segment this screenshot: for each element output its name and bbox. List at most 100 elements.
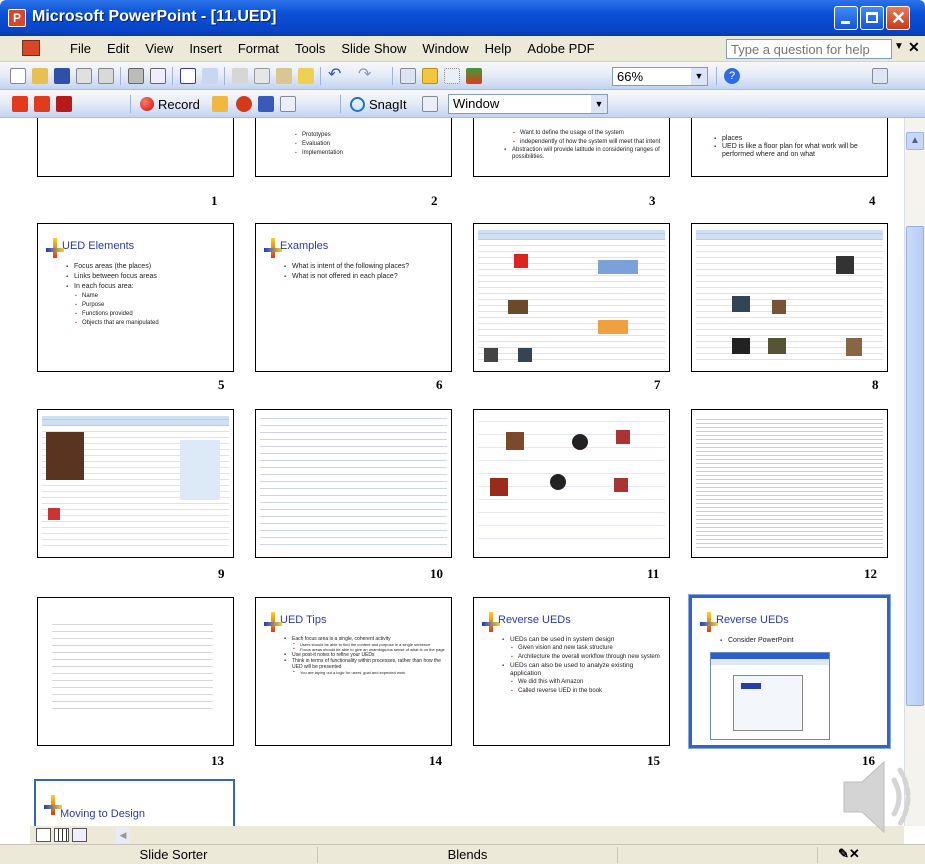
expand-all-icon[interactable] — [400, 68, 416, 84]
document-close-icon[interactable]: ✕ — [908, 39, 920, 56]
slide-thumbnail-3[interactable]: Want to define the usage of the system i… — [473, 118, 670, 177]
slide-5-sub-bullet: Functions provided — [66, 310, 227, 319]
slide-number-5: 5 — [218, 377, 225, 392]
normal-view-icon[interactable] — [36, 828, 51, 842]
zoom-dropdown-icon[interactable]: ▼ — [691, 68, 707, 85]
help-dropdown-icon[interactable]: ▼ — [894, 41, 904, 52]
powerpoint-app-icon[interactable]: P — [8, 9, 26, 27]
slide-number-6: 6 — [436, 377, 443, 392]
slide-show-view-icon[interactable] — [72, 828, 87, 842]
record-icon — [140, 97, 154, 111]
help-icon[interactable]: ? — [724, 68, 740, 84]
help-search-input[interactable] — [726, 39, 892, 59]
slide-thumbnail-16[interactable]: Reverse UEDs Consider PowerPoint — [688, 594, 891, 749]
zoom-select[interactable]: 66% ▼ — [612, 67, 708, 86]
slide-4-bullet: places — [714, 135, 881, 143]
email-icon[interactable] — [98, 68, 114, 84]
slide-sorter-view-icon[interactable] — [54, 828, 69, 842]
print-preview-icon[interactable] — [150, 68, 166, 84]
menu-file[interactable]: File — [62, 41, 99, 57]
show-formatting-icon[interactable] — [422, 68, 438, 84]
vertical-scrollbar[interactable]: ▲ — [904, 118, 925, 826]
menu-insert[interactable]: Insert — [181, 41, 230, 57]
research-icon[interactable] — [202, 68, 218, 84]
record-button[interactable]: Record — [140, 94, 200, 114]
menu-format[interactable]: Format — [230, 41, 287, 57]
slide-5-sub-bullet: Name — [66, 292, 227, 301]
slide-thumbnail-11[interactable] — [473, 409, 670, 558]
slide-15-sub-bullet: Given vision and new task structure — [502, 644, 663, 653]
snagit-button[interactable]: SnagIt — [350, 94, 407, 114]
scroll-left-button[interactable]: ◀ — [116, 827, 130, 843]
maximize-button[interactable] — [860, 6, 884, 30]
pdf-convert-icon[interactable] — [12, 96, 28, 112]
undo-icon[interactable]: ↶ — [328, 67, 344, 84]
menu-tools[interactable]: Tools — [287, 41, 333, 57]
capture-mode-dropdown-icon[interactable]: ▼ — [591, 95, 607, 113]
slide-thumbnail-6[interactable]: Examples What is intent of the following… — [255, 223, 452, 372]
permission-icon[interactable] — [76, 68, 92, 84]
pdf-review-icon[interactable] — [56, 96, 72, 112]
paste-icon[interactable] — [276, 68, 292, 84]
slide-thumbnail-12[interactable] — [691, 409, 888, 558]
slide-2-bullet: Evaluation — [286, 140, 445, 149]
new-icon[interactable] — [10, 68, 26, 84]
publish-icon[interactable] — [280, 96, 296, 112]
snagit-profile-icon[interactable] — [422, 96, 438, 112]
slide-thumbnail-8[interactable] — [691, 223, 888, 372]
minimize-button[interactable] — [834, 6, 858, 30]
slide-thumbnail-5[interactable]: UED Elements Focus areas (the places) Li… — [37, 223, 234, 372]
slide-thumbnail-4[interactable]: places UED is like a floor plan for what… — [691, 118, 888, 177]
slide-thumbnail-14[interactable]: UED Tips Each focus area is a single, co… — [255, 597, 452, 746]
slide-thumbnail-13[interactable] — [37, 597, 234, 746]
scroll-up-button[interactable]: ▲ — [906, 132, 924, 150]
menu-help[interactable]: Help — [477, 41, 520, 57]
document-icon[interactable] — [22, 40, 40, 56]
slide-design-icon[interactable] — [872, 68, 888, 84]
snagit-icon — [350, 96, 365, 112]
slide-sorter-area: 1 Prototypes Evaluation Implementation 2… — [0, 118, 904, 826]
print-icon[interactable] — [128, 68, 144, 84]
pdf-email-icon[interactable] — [34, 96, 50, 112]
grid-icon[interactable] — [444, 68, 460, 84]
slide-15-bullet: UEDs can also be used to analyze existin… — [502, 662, 663, 678]
color-grayscale-icon[interactable] — [466, 68, 482, 84]
website-screenshot-image — [696, 230, 883, 365]
menu-adobe-pdf[interactable]: Adobe PDF — [519, 41, 602, 57]
scrollbar-thumb[interactable] — [906, 226, 924, 706]
pointer-icon[interactable] — [212, 96, 228, 112]
speaker-icon[interactable] — [838, 752, 918, 842]
slide-number-14: 14 — [429, 753, 442, 768]
save-icon[interactable] — [54, 68, 70, 84]
close-button[interactable]: ✕ — [886, 6, 910, 30]
slide-thumbnail-1[interactable] — [37, 118, 234, 177]
slide-thumbnail-10[interactable] — [255, 409, 452, 558]
slide-thumbnail-17[interactable]: Moving to Design — [34, 779, 235, 826]
website-screenshot-image — [42, 416, 229, 551]
copy-icon[interactable] — [254, 68, 270, 84]
spelling-icon[interactable] — [180, 68, 196, 84]
menu-slide-show[interactable]: Slide Show — [333, 41, 414, 57]
slide-thumbnail-9[interactable] — [37, 409, 234, 558]
slide-14-bullet: Think in terms of functionality within p… — [284, 658, 445, 670]
menu-view[interactable]: View — [137, 41, 181, 57]
slide-thumbnail-2[interactable]: Prototypes Evaluation Implementation — [255, 118, 452, 177]
capture-mode-select[interactable]: Window ▼ — [448, 94, 608, 114]
addin-toolbar: Record SnagIt Window ▼ — [0, 90, 925, 118]
status-bar: Slide Sorter Blends ✎✕ — [0, 844, 925, 864]
screen-capture-icon[interactable] — [258, 96, 274, 112]
slide-thumbnail-7[interactable] — [473, 223, 670, 372]
slide-15-title: Reverse UEDs — [498, 614, 571, 626]
redo-icon[interactable]: ↷ — [358, 67, 374, 84]
format-painter-icon[interactable] — [298, 68, 314, 84]
standard-toolbar: ↶ ↷ 66% ▼ ? — [0, 62, 925, 90]
slide-14-title: UED Tips — [280, 614, 327, 626]
spelling-status-icon[interactable]: ✎✕ — [838, 846, 860, 862]
title-bar: P Microsoft PowerPoint - [11.UED] ✕ — [0, 0, 925, 36]
cut-icon[interactable] — [232, 68, 248, 84]
menu-window[interactable]: Window — [414, 41, 476, 57]
narration-icon[interactable] — [236, 96, 252, 112]
open-folder-icon[interactable] — [32, 68, 48, 84]
slide-thumbnail-15[interactable]: Reverse UEDs UEDs can be used in system … — [473, 597, 670, 746]
menu-edit[interactable]: Edit — [99, 41, 137, 57]
